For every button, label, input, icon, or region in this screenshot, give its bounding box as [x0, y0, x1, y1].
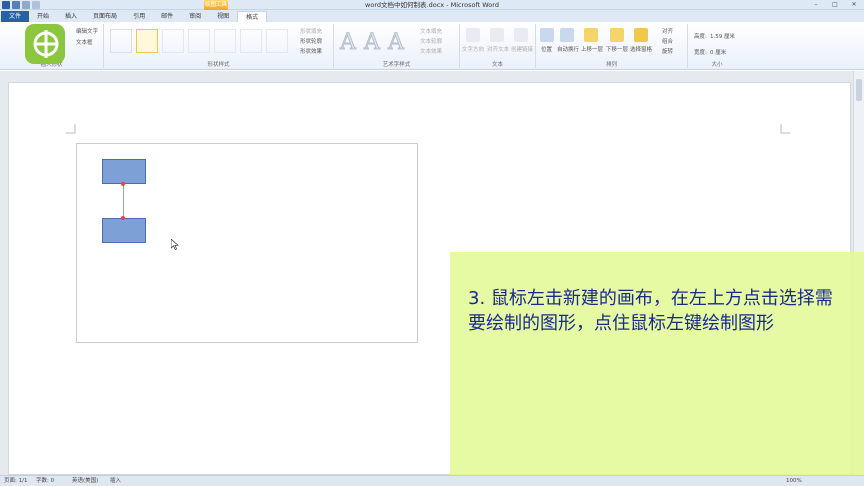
- insert-mode[interactable]: 插入: [110, 476, 121, 486]
- mouse-cursor-icon: [171, 239, 179, 250]
- wordart-styles-label: 艺术字样式: [382, 62, 411, 68]
- margin-mark-top-right: [780, 124, 790, 134]
- shape-effects-button[interactable]: 形状效果: [300, 47, 322, 55]
- text-group: 文字方向 对齐文本 创建链接 文本: [460, 24, 536, 68]
- align-text-label: 对齐文本: [487, 47, 510, 53]
- tab-view[interactable]: 视图: [209, 11, 237, 22]
- bring-forward-label[interactable]: 上移一层: [581, 45, 603, 53]
- wrap-text-label[interactable]: 自动换行: [557, 45, 579, 53]
- tab-mailings[interactable]: 邮件: [153, 11, 181, 22]
- close-button[interactable]: ✕: [846, 0, 862, 9]
- arrange-group-label: 排列: [605, 62, 617, 68]
- shape-style-6[interactable]: [240, 29, 262, 53]
- connection-point-top[interactable]: [121, 182, 125, 186]
- position-label[interactable]: 位置: [541, 45, 552, 53]
- size-group: 高度: 1.59 厘米 宽度: 0 厘米 大小: [688, 24, 746, 68]
- word-count[interactable]: 字数: 0: [36, 476, 54, 486]
- tab-references[interactable]: 引用: [125, 11, 153, 22]
- connector-line[interactable]: [123, 184, 124, 218]
- maximize-button[interactable]: □: [827, 0, 843, 9]
- ribbon-tabs: 文件 开始 插入 页面布局 引用 邮件 审阅 视图 格式: [0, 10, 864, 22]
- status-bar: 页面: 1/1 字数: 0 英语(美国) 插入 100%: [0, 475, 864, 486]
- shape-style-3[interactable]: [162, 29, 184, 53]
- wordart-style-1[interactable]: A: [340, 30, 357, 56]
- shape-outline-button[interactable]: 形状轮廓: [300, 37, 322, 45]
- width-label: 宽度:: [694, 50, 707, 56]
- height-label: 高度:: [694, 34, 707, 40]
- margin-mark-top-left: [66, 124, 76, 134]
- group-button[interactable]: 组合: [662, 37, 673, 45]
- logo-watermark: [25, 24, 65, 64]
- text-direction-icon[interactable]: [466, 28, 480, 42]
- window-controls: – □ ✕: [808, 0, 862, 9]
- tab-file[interactable]: 文件: [1, 11, 30, 22]
- page-count[interactable]: 页面: 1/1: [4, 476, 27, 486]
- scrollbar-thumb[interactable]: [856, 79, 862, 101]
- shape-fill-button[interactable]: 形状填充: [300, 27, 322, 35]
- shape-styles-label: 形状样式: [207, 62, 230, 68]
- minimize-button[interactable]: –: [808, 0, 824, 9]
- width-field[interactable]: 0 厘米: [710, 48, 726, 56]
- height-field[interactable]: 1.59 厘米: [710, 32, 735, 40]
- tab-page-layout[interactable]: 页面布局: [85, 11, 125, 22]
- text-group-label: 文本: [491, 62, 503, 68]
- connection-point-bottom[interactable]: [121, 216, 125, 220]
- send-backward-icon[interactable]: [610, 28, 624, 42]
- arrange-group: 位置 自动换行 上移一层 下移一层 选择窗格 对齐 组合 旋转 排列: [536, 24, 688, 68]
- shape-style-1[interactable]: [110, 29, 132, 53]
- drawing-tools-context-tab: 绘图工具: [204, 0, 228, 10]
- position-icon[interactable]: [540, 28, 554, 42]
- bring-forward-icon[interactable]: [584, 28, 598, 42]
- title-bar: word文档中如何制表.docx - Microsoft Word 绘图工具 –…: [0, 0, 864, 10]
- tab-review[interactable]: 审阅: [181, 11, 209, 22]
- rotate-button[interactable]: 旋转: [662, 47, 673, 55]
- window-title: word文档中如何制表.docx - Microsoft Word: [365, 1, 499, 9]
- tab-home[interactable]: 开始: [29, 11, 57, 22]
- shape-style-7[interactable]: [266, 29, 288, 53]
- selection-pane-icon[interactable]: [634, 28, 648, 42]
- shape-styles-group: 形状填充 形状轮廓 形状效果 形状样式: [104, 24, 334, 68]
- text-effects-button[interactable]: 文本效果: [420, 47, 442, 55]
- ribbon: 编辑文字 文本框 插入形状 形状填充 形状轮廓 形状效果 形状样式 A A A …: [0, 22, 864, 70]
- edit-text-button[interactable]: 编辑文字: [76, 27, 98, 35]
- create-link-icon[interactable]: [514, 28, 528, 42]
- zoom-level[interactable]: 100%: [786, 476, 802, 486]
- shape-style-5[interactable]: [214, 29, 236, 53]
- text-box-button[interactable]: 文本框: [76, 38, 93, 46]
- rectangle-shape-top[interactable]: [102, 159, 146, 184]
- align-button[interactable]: 对齐: [662, 27, 673, 35]
- text-fill-button[interactable]: 文本填充: [420, 27, 442, 35]
- wordart-style-2[interactable]: A: [364, 30, 381, 56]
- rectangle-shape-bottom[interactable]: [102, 218, 146, 243]
- size-group-label: 大小: [711, 62, 723, 68]
- wrap-text-icon[interactable]: [560, 28, 574, 42]
- selection-pane-label[interactable]: 选择窗格: [630, 45, 652, 53]
- text-outline-button[interactable]: 文本轮廓: [420, 37, 442, 45]
- text-direction-label: 文字方向: [462, 47, 485, 53]
- align-text-icon[interactable]: [490, 28, 504, 42]
- shape-style-4[interactable]: [188, 29, 210, 53]
- tutorial-caption-text: 3. 鼠标左击新建的画布，在左上方点击选择需要绘制的图形，点住鼠标左键绘制图形: [468, 288, 833, 334]
- shape-style-2[interactable]: [136, 29, 158, 53]
- language-indicator[interactable]: 英语(美国): [72, 476, 98, 486]
- wordart-style-3[interactable]: A: [388, 30, 405, 56]
- wordart-styles-group: A A A 文本填充 文本轮廓 文本效果 艺术字样式: [334, 24, 460, 68]
- tab-insert[interactable]: 插入: [57, 11, 85, 22]
- tab-format[interactable]: 格式: [237, 11, 268, 22]
- send-backward-label[interactable]: 下移一层: [606, 45, 628, 53]
- create-link-label: 创建链接: [511, 47, 534, 53]
